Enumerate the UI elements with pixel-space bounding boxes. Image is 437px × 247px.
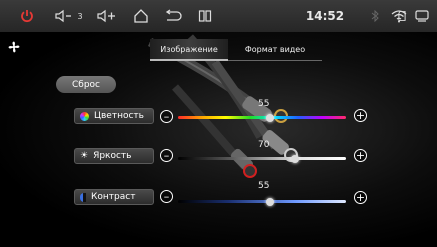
reset-button[interactable]: Сброс: [56, 76, 116, 93]
brightness-increase-button[interactable]: +: [354, 149, 367, 162]
color-value: 55: [258, 99, 270, 109]
color-slider-thumb[interactable]: [266, 114, 274, 122]
brightness-value: 70: [258, 140, 270, 150]
settings-panel: [0, 32, 437, 247]
back-button[interactable]: [160, 0, 186, 32]
cables-background-image: [147, 34, 298, 178]
home-icon: [134, 9, 148, 23]
clock: 14:52: [305, 9, 345, 23]
volume-down-button[interactable]: 3: [48, 0, 90, 32]
tab-active-indicator: [150, 59, 228, 61]
brightness-slider-thumb[interactable]: [291, 155, 299, 163]
volume-up-button[interactable]: [95, 0, 121, 32]
volume-level: 3: [77, 11, 83, 21]
bluetooth-icon: [369, 0, 381, 32]
tab-bar: Изображение Формат видео: [150, 39, 322, 61]
tab-video-format[interactable]: Формат видео: [228, 39, 322, 59]
back-icon: [165, 9, 182, 21]
sun-icon: ☀: [80, 151, 89, 161]
recent-apps-button[interactable]: [194, 0, 216, 32]
brightness-decrease-button[interactable]: –: [160, 149, 173, 162]
fan-icon[interactable]: [8, 38, 20, 57]
color-slider-track[interactable]: [178, 116, 346, 119]
contrast-decrease-button[interactable]: –: [160, 190, 173, 203]
contrast-label: Контраст: [74, 189, 154, 205]
color-increase-button[interactable]: +: [354, 109, 367, 122]
window-icon[interactable]: [411, 0, 433, 32]
storage-icon: [396, 0, 406, 32]
contrast-slider-track[interactable]: [178, 200, 346, 203]
tab-image[interactable]: Изображение: [150, 39, 228, 59]
volume-down-icon: [55, 9, 72, 23]
color-wheel-icon: [80, 111, 89, 121]
contrast-value: 55: [258, 181, 270, 191]
contrast-icon: [80, 192, 86, 202]
volume-up-icon: [97, 9, 115, 23]
brightness-slider-track[interactable]: [178, 157, 346, 160]
home-button[interactable]: [130, 0, 152, 32]
recent-apps-icon: [198, 10, 212, 22]
color-decrease-button[interactable]: –: [160, 110, 173, 123]
status-bar: 3 14:52: [0, 0, 437, 32]
color-label: Цветность: [74, 108, 154, 124]
contrast-increase-button[interactable]: +: [354, 191, 367, 204]
brightness-label: ☀ Яркость: [74, 148, 154, 164]
contrast-slider-thumb[interactable]: [266, 198, 274, 206]
power-icon[interactable]: [14, 0, 40, 32]
